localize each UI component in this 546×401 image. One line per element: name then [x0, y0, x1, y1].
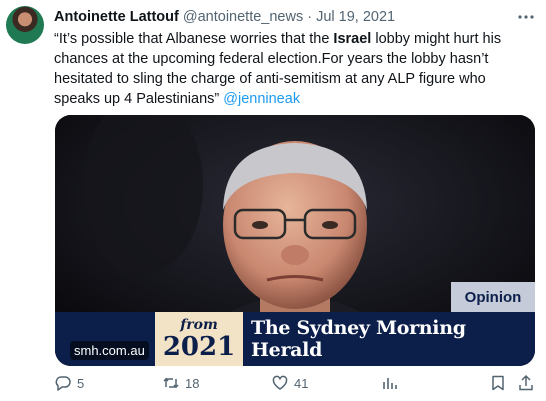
retweet-icon: [163, 377, 179, 389]
from-year-badge: from 2021: [155, 312, 243, 366]
tweet[interactable]: Antoinette Lattouf @antoinette_news · Ju…: [0, 0, 546, 401]
tweet-text: “It’s possible that Albanese worries tha…: [54, 29, 524, 109]
author-handle[interactable]: @antoinette_news: [183, 9, 303, 25]
author-name[interactable]: Antoinette Lattouf: [54, 9, 179, 25]
bookmark-button[interactable]: [489, 374, 507, 392]
like-count: 41: [294, 375, 309, 391]
share-button[interactable]: [517, 374, 535, 392]
opinion-label: Opinion: [451, 282, 535, 312]
retweet-button[interactable]: 18: [162, 374, 199, 392]
link-card[interactable]: Opinion smh.com.au from 2021 The Sydney …: [55, 115, 535, 366]
tweet-text-bold: Israel: [333, 31, 372, 47]
more-icon[interactable]: [516, 7, 536, 27]
avatar[interactable]: [6, 6, 44, 44]
reply-icon: [55, 376, 71, 391]
action-bar: 5 18 41: [0, 374, 546, 398]
like-icon: [272, 375, 288, 390]
retweet-count: 18: [185, 375, 200, 391]
like-button[interactable]: 41: [271, 374, 308, 392]
reply-count: 5: [77, 375, 85, 391]
tweet-text-part1: “It’s possible that Albanese worries tha…: [54, 31, 334, 47]
mention-link[interactable]: @jennineak: [223, 91, 300, 107]
views-icon: [383, 378, 397, 389]
views-button[interactable]: [381, 374, 399, 392]
share-icon: [519, 374, 533, 391]
separator-dot: ·: [307, 9, 313, 25]
tweet-date[interactable]: Jul 19, 2021: [316, 9, 395, 25]
masthead-logo: The Sydney Morning Herald: [251, 317, 466, 361]
from-label: from: [180, 316, 218, 333]
tweet-header: Antoinette Lattouf @antoinette_news · Ju…: [54, 9, 395, 25]
reply-button[interactable]: 5: [54, 374, 84, 392]
bookmark-icon: [492, 375, 504, 391]
year-label: 2021: [162, 331, 236, 362]
card-domain[interactable]: smh.com.au: [70, 341, 149, 360]
